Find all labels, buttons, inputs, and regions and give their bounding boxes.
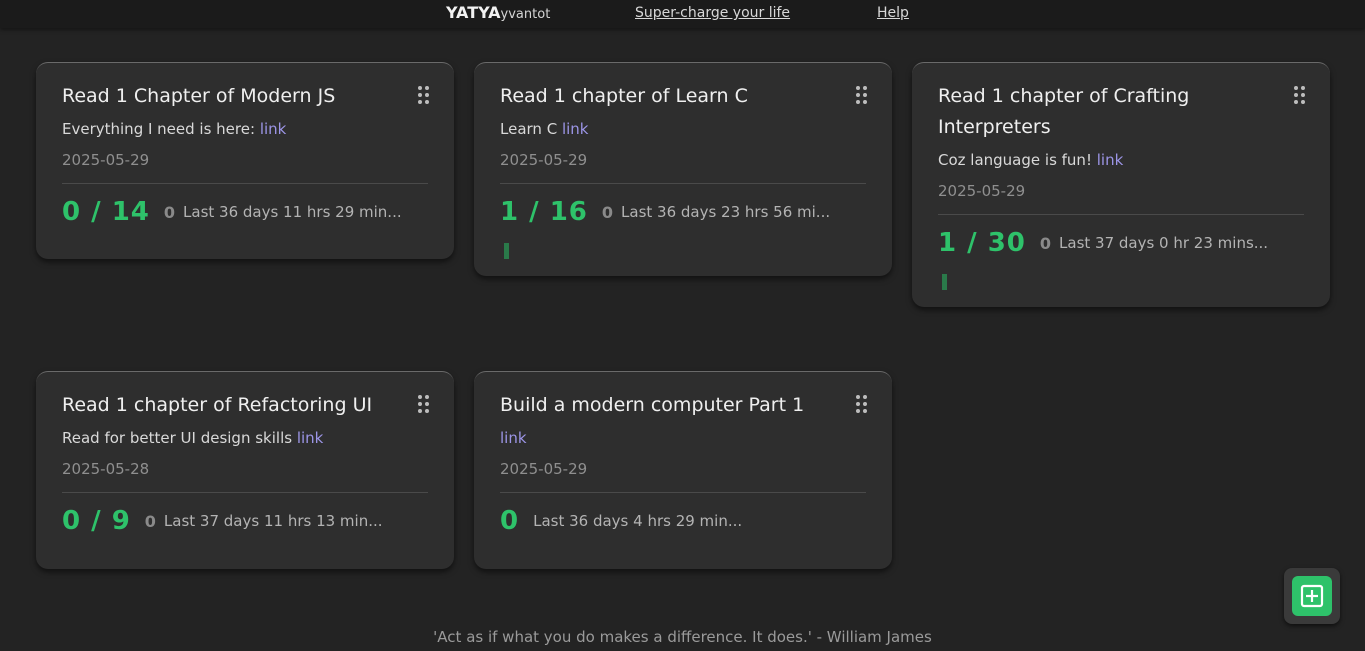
streak-count: 0: [144, 511, 156, 531]
card-description: Learn C link: [500, 120, 588, 138]
habit-card[interactable]: Build a modern computer Part 1 link 2025…: [474, 371, 892, 569]
card-date: 2025-05-29: [500, 460, 588, 478]
brand-main: YATYA: [446, 3, 501, 22]
card-link[interactable]: link: [500, 429, 527, 447]
card-link[interactable]: link: [297, 429, 324, 447]
card-title: Build a modern computer Part 1: [500, 394, 805, 416]
top-nav-bar: YATYAyvantot Super-charge your life Help: [0, 0, 1365, 28]
streak-count: 0: [601, 202, 614, 222]
drag-handle-icon[interactable]: [418, 395, 430, 413]
brand-logo[interactable]: YATYAyvantot: [446, 3, 550, 22]
drag-handle-icon[interactable]: [856, 395, 868, 413]
card-description: link: [500, 429, 527, 447]
card-description: Everything I need is here: link: [62, 120, 286, 138]
card-title: Read 1 chapter of Crafting Interpreters: [938, 85, 1190, 138]
last-completed-time: Last 36 days 4 hrs 29 min...: [533, 512, 743, 530]
card-date: 2025-05-29: [500, 151, 588, 169]
card-divider: [938, 214, 1304, 215]
last-completed-time: Last 37 days 0 hr 23 mins...: [1059, 234, 1269, 252]
streak-count: 0: [1039, 233, 1052, 253]
card-title: Read 1 chapter of Learn C: [500, 85, 748, 107]
progress-count: 1 / 16: [500, 197, 588, 227]
card-divider: [500, 183, 866, 184]
progress-count: 0 / 9: [62, 506, 131, 536]
last-completed-time: Last 37 days 11 hrs 13 min...: [163, 512, 383, 530]
card-link[interactable]: link: [562, 120, 589, 138]
card-stats: 0 / 9 0 Last 37 days 11 hrs 13 min...: [62, 506, 428, 536]
activity-bar: [942, 274, 947, 290]
card-link[interactable]: link: [260, 120, 287, 138]
drag-handle-icon[interactable]: [856, 86, 868, 104]
habit-card[interactable]: Read 1 chapter of Refactoring UI Read fo…: [36, 371, 454, 569]
habit-card[interactable]: Read 1 Chapter of Modern JS Everything I…: [36, 62, 454, 259]
activity-bar: [504, 243, 509, 259]
card-link[interactable]: link: [1097, 151, 1124, 169]
add-habit-button[interactable]: [1284, 568, 1340, 624]
habit-card[interactable]: Read 1 chapter of Learn C Learn C link 2…: [474, 62, 892, 276]
card-stats: 0 Last 36 days 4 hrs 29 min...: [500, 506, 866, 536]
last-completed-time: Last 36 days 23 hrs 56 mi...: [621, 203, 831, 221]
last-completed-time: Last 36 days 11 hrs 29 min...: [183, 203, 402, 221]
card-divider: [62, 492, 428, 493]
brand-username: yvantot: [500, 7, 551, 22]
progress-count: 0 / 14: [62, 197, 150, 227]
streak-count: 0: [163, 202, 176, 222]
card-divider: [500, 492, 866, 493]
card-title: Read 1 chapter of Refactoring UI: [62, 394, 373, 416]
progress-count: 1 / 30: [938, 228, 1026, 258]
progress-count: 0: [500, 506, 520, 536]
card-description-text: Learn C: [500, 120, 558, 138]
drag-handle-icon[interactable]: [1294, 86, 1306, 104]
card-stats: 1 / 30 0 Last 37 days 0 hr 23 mins...: [938, 228, 1304, 258]
card-description-text: Read for better UI design skills: [62, 429, 293, 447]
card-description-text: Coz language is fun!: [938, 151, 1092, 169]
card-description-text: Everything I need is here:: [62, 120, 256, 138]
card-stats: 0 / 14 0 Last 36 days 11 hrs 29 min...: [62, 197, 428, 227]
nav-link-supercharge[interactable]: Super-charge your life: [635, 5, 790, 21]
plus-square-icon: [1300, 584, 1324, 608]
card-description: Coz language is fun! link: [938, 151, 1123, 169]
card-description: Read for better UI design skills link: [62, 429, 323, 447]
card-divider: [62, 183, 428, 184]
card-stats: 1 / 16 0 Last 36 days 23 hrs 56 mi...: [500, 197, 866, 227]
card-title: Read 1 Chapter of Modern JS: [62, 85, 336, 107]
card-date: 2025-05-29: [938, 182, 1026, 200]
habit-card[interactable]: Read 1 chapter of Crafting Interpreters …: [912, 62, 1330, 307]
footer-quote: 'Act as if what you do makes a differenc…: [433, 628, 932, 646]
nav-link-help[interactable]: Help: [877, 5, 909, 21]
card-date: 2025-05-28: [62, 460, 150, 478]
card-date: 2025-05-29: [62, 151, 150, 169]
drag-handle-icon[interactable]: [418, 86, 430, 104]
